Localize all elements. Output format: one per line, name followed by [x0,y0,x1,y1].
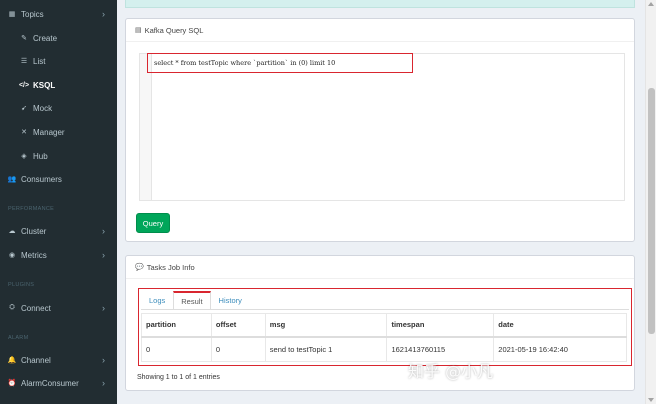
chevron-right-icon: › [102,378,105,388]
chevron-right-icon: › [102,226,105,236]
sidebar-item-label: Topics [21,9,44,19]
sidebar-item-label: Create [33,33,58,43]
query-button[interactable]: Query [136,213,170,233]
cloud-icon: ☁ [8,228,16,235]
results-box: Logs Result History partition offset msg… [138,288,632,366]
code-icon: </> [18,81,30,89]
sql-editor[interactable] [139,53,625,201]
sidebar-item-label: Metrics [21,250,47,260]
editor-gutter [140,54,152,200]
sidebar-item-create[interactable]: ✎ Create [0,27,117,49]
comments-icon: 💬 [135,264,144,271]
tab-bar: Logs Result History [141,291,250,309]
scroll-down-icon[interactable] [648,398,654,402]
topics-icon: ▦ [8,11,16,18]
chevron-right-icon: › [102,9,105,19]
table-row: 0 0 send to testTopic 1 1621413760115 20… [141,336,627,362]
column-header[interactable]: offset [210,313,266,338]
tab-history[interactable]: History [211,291,250,309]
sidebar-item-connect[interactable]: ⛭ Connect › [0,297,117,319]
file-icon: ▤ [135,27,142,34]
watermark: 知乎 @小凡 [408,362,494,381]
list-icon: ☰ [20,58,28,65]
column-header[interactable]: timespan [386,313,495,338]
chevron-right-icon: › [102,250,105,260]
sidebar-item-mock[interactable]: ➹ Mock [0,97,117,119]
sidebar-item-label: Consumers [21,174,62,184]
tab-logs[interactable]: Logs [141,291,173,309]
plug-icon: ⛭ [9,304,15,311]
sidebar-item-label: Hub [33,151,48,161]
sidebar-item-topics[interactable]: ▦ Topics › [0,3,117,25]
sidebar-item-hub[interactable]: ◈ Hub [0,145,117,167]
sidebar-item-alarm-consumer[interactable]: ⏰ AlarmConsumer › [0,372,117,394]
sidebar-item-manager[interactable]: ✕ Manager [0,121,117,143]
column-header[interactable]: partition [141,313,212,338]
column-header[interactable]: date [493,313,627,338]
eye-icon: ◉ [8,252,16,259]
sidebar: ▦ Topics › ✎ Create ☰ List </> KSQL ➹ Mo… [0,0,117,404]
edit-icon: ✎ [21,35,27,42]
entries-info: Showing 1 to 1 of 1 entries [137,374,220,381]
table-cell: 0 [210,336,266,362]
table-cell: 2021-05-19 16:42:40 [493,336,627,362]
bell-icon: 🔔 [7,357,17,364]
info-alert [125,0,635,8]
panel-title: Kafka Query SQL [144,25,204,35]
sidebar-item-consumers[interactable]: 👥 Consumers [0,168,117,190]
panel-header: 💬 Tasks Job Info [126,256,634,279]
sidebar-item-cluster[interactable]: ☁ Cluster › [0,220,117,242]
sidebar-item-ksql[interactable]: </> KSQL [0,74,117,96]
sidebar-item-label: Cluster [21,226,47,236]
sidebar-item-label: Manager [33,127,65,137]
rocket-icon: ➹ [21,105,27,112]
sidebar-item-label: KSQL [33,80,56,90]
sidebar-item-label: AlarmConsumer [21,378,79,388]
tab-result[interactable]: Result [173,291,211,309]
scroll-thumb[interactable] [648,88,655,334]
sidebar-item-list[interactable]: ☰ List [0,50,117,72]
sidebar-item-channel[interactable]: 🔔 Channel › [0,349,117,371]
panel-title: Tasks Job Info [146,262,195,272]
column-header[interactable]: msg [264,313,388,338]
panel-header: ▤ Kafka Query SQL [126,19,634,42]
chevron-right-icon: › [102,303,105,313]
section-header-plugins: PLUGINS [8,282,35,288]
alarm-icon: ⏰ [7,380,17,387]
users-icon: 👥 [7,176,17,183]
vertical-scrollbar[interactable] [645,0,656,404]
main-content: ▤ Kafka Query SQL select * from testTopi… [117,0,645,404]
table-cell: send to testTopic 1 [264,336,388,362]
scroll-up-icon[interactable] [648,2,654,6]
sql-text[interactable]: select * from testTopic where `partition… [147,53,413,73]
sidebar-item-label: List [33,56,46,66]
query-panel: ▤ Kafka Query SQL select * from testTopi… [125,18,635,242]
cube-icon: ◈ [21,153,27,160]
tasks-panel: 💬 Tasks Job Info Logs Result History par… [125,255,635,391]
section-header-alarm: ALARM [8,335,29,341]
table-header-row: partition offset msg timespan date [141,313,627,338]
result-table: partition offset msg timespan date 0 0 s… [141,313,627,362]
sidebar-item-label: Channel [21,355,51,365]
sidebar-item-label: Connect [21,303,51,313]
section-header-performance: PERFORMANCE [8,206,55,212]
table-cell: 0 [141,336,212,362]
chevron-right-icon: › [102,355,105,365]
wrench-icon: ✕ [21,129,27,136]
sidebar-item-label: Mock [33,103,53,113]
tab-divider [141,309,629,310]
sidebar-item-metrics[interactable]: ◉ Metrics › [0,244,117,266]
